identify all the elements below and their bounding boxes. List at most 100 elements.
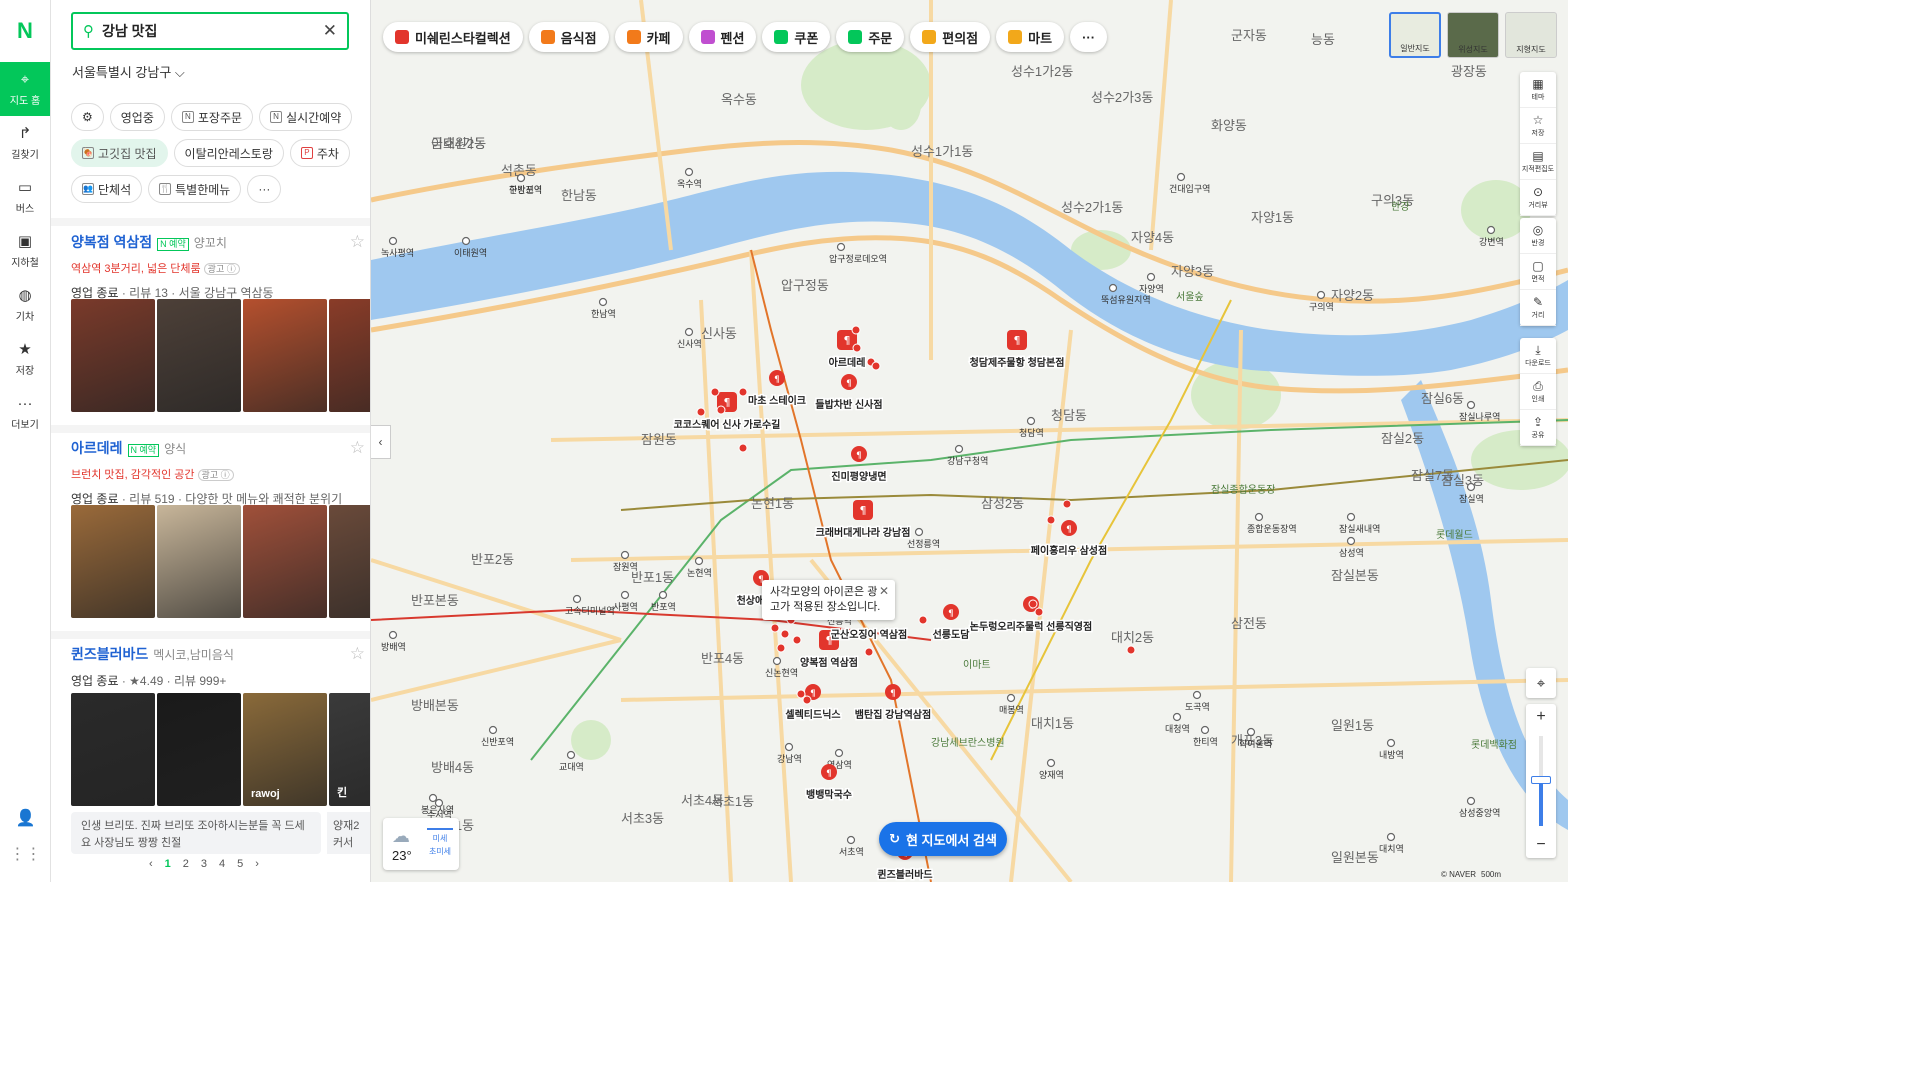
station-marker[interactable]: [836, 242, 846, 252]
map-tool-button[interactable]: ▦ 테마: [1520, 72, 1556, 108]
result-dot[interactable]: [851, 325, 861, 335]
place-label[interactable]: 뱀탄집 강남역삼점: [853, 707, 932, 723]
station-marker[interactable]: [488, 725, 498, 735]
result-dot[interactable]: [1028, 599, 1038, 609]
nav-subway[interactable]: ▣ 지하철: [0, 224, 50, 278]
zoom-in-button[interactable]: +: [1526, 704, 1556, 730]
result-photo[interactable]: [329, 505, 370, 618]
station-label[interactable]: 이태원역: [454, 248, 487, 258]
station-label[interactable]: 옥수역: [677, 179, 702, 189]
station-marker[interactable]: [620, 550, 630, 560]
category-chip[interactable]: 쿠폰: [762, 22, 831, 52]
result-photo[interactable]: [243, 299, 327, 412]
station-marker[interactable]: [658, 590, 668, 600]
station-label[interactable]: 잠실나루역: [1459, 412, 1500, 422]
place-label[interactable]: 크래버대게나라 강남점: [814, 525, 912, 541]
place-label[interactable]: 선릉도담: [931, 627, 972, 643]
category-chip[interactable]: 마트: [996, 22, 1065, 52]
result-dot[interactable]: [1046, 515, 1056, 525]
search-input[interactable]: ⚲ 강남 맛집 ✕: [71, 12, 349, 50]
review-snippet[interactable]: 인생 브리또. 진짜 브리또 조아하시는분들 꼭 드세요 사장님도 짱짱 친절: [71, 812, 321, 854]
result-dot[interactable]: [716, 405, 726, 415]
filter-chip[interactable]: 영업중: [109, 103, 165, 131]
result-name[interactable]: 퀸즈블러바드: [71, 644, 148, 664]
nav-directions[interactable]: ↱ 길찾기: [0, 116, 50, 170]
landmark-label[interactable]: 강남세브란스병원: [931, 737, 1005, 749]
station-marker[interactable]: [1386, 832, 1396, 842]
result-dot[interactable]: [918, 615, 928, 625]
nav-bus[interactable]: ▭ 버스: [0, 170, 50, 224]
result-photo[interactable]: [243, 505, 327, 618]
result-dot[interactable]: [796, 689, 806, 699]
current-location-button[interactable]: ⌖: [1526, 668, 1556, 698]
station-marker[interactable]: [1386, 738, 1396, 748]
station-label[interactable]: 방배역: [381, 642, 406, 652]
station-marker[interactable]: [1006, 693, 1016, 703]
station-label[interactable]: 대치역: [1379, 843, 1404, 854]
result-dot[interactable]: [696, 407, 706, 417]
station-label[interactable]: 삼성중앙역: [1459, 807, 1500, 818]
filter-chip[interactable]: N 포장주문: [170, 103, 254, 131]
map-canvas[interactable]: 이태원2동 한남동 신사동 압구정동 청담동 성수1가2동 성수2가3동 성수1가1동 성수2가…: [371, 0, 1568, 882]
station-marker[interactable]: [1486, 225, 1496, 235]
save-star-icon[interactable]: ☆: [350, 232, 365, 252]
station-label[interactable]: 내방역: [1379, 750, 1404, 760]
result-dot[interactable]: [792, 635, 802, 645]
station-label[interactable]: 한티역: [1193, 737, 1218, 747]
prev-page-button[interactable]: ‹: [149, 858, 153, 870]
station-label[interactable]: 반포역: [651, 602, 676, 612]
station-marker[interactable]: [1192, 690, 1202, 700]
naver-logo[interactable]: N: [0, 0, 50, 62]
category-chip[interactable]: 편의점: [910, 22, 991, 52]
station-label[interactable]: 잠실역: [1459, 494, 1484, 504]
panel-collapse-button[interactable]: ‹: [371, 425, 391, 459]
result-photo[interactable]: [71, 693, 155, 806]
place-label[interactable]: 군산오징어 역삼점: [829, 627, 908, 643]
map-mode-option[interactable]: 일반지도: [1389, 12, 1441, 58]
photo-strip[interactable]: rawoj 킨: [71, 693, 370, 806]
category-chip[interactable]: ···: [1070, 22, 1108, 52]
station-marker[interactable]: [1316, 290, 1326, 300]
station-marker[interactable]: [1172, 712, 1182, 722]
ad-badge[interactable]: 광고 ⓘ: [203, 263, 240, 275]
station-label[interactable]: 구반포역: [509, 185, 542, 195]
station-label[interactable]: 구의역: [1309, 302, 1334, 312]
station-label[interactable]: 양재역: [1039, 770, 1064, 780]
station-marker[interactable]: [388, 236, 398, 246]
landmark-label[interactable]: 잠실종합운동장: [1211, 484, 1275, 496]
page-number[interactable]: 2: [183, 858, 189, 870]
map-tool-button[interactable]: ⇪ 공유: [1520, 410, 1556, 446]
filter-chip[interactable]: 🍖 고깃집 맛집: [71, 139, 168, 167]
page-number[interactable]: 3: [201, 858, 207, 870]
search-this-area-button[interactable]: ↻ 현 지도에서 검색: [879, 822, 1007, 856]
station-marker[interactable]: [461, 236, 471, 246]
nav-star[interactable]: ★ 저장: [0, 332, 50, 386]
category-chip[interactable]: 음식점: [528, 22, 609, 52]
map-tool-button[interactable]: ⊙ 거리뷰: [1520, 180, 1556, 216]
result-dot[interactable]: [1062, 499, 1072, 509]
station-marker[interactable]: [914, 527, 924, 537]
result-photo[interactable]: [157, 505, 241, 618]
place-label[interactable]: 들밥차반 신사점: [814, 397, 884, 413]
station-marker[interactable]: [1046, 758, 1056, 768]
station-marker[interactable]: [1346, 536, 1356, 546]
landmark-label[interactable]: 롯데백화점: [1471, 739, 1517, 751]
station-marker[interactable]: [846, 835, 856, 845]
place-label[interactable]: 양복점 역삼점: [799, 655, 860, 671]
save-star-icon[interactable]: ☆: [350, 438, 365, 458]
station-label[interactable]: 잠실새내역: [1339, 524, 1380, 534]
station-marker[interactable]: [1254, 512, 1264, 522]
station-marker[interactable]: [1246, 727, 1256, 737]
station-label[interactable]: 신논현역: [765, 668, 798, 678]
place-label[interactable]: 아르데레: [827, 355, 867, 371]
station-marker[interactable]: [684, 327, 694, 337]
result-dot[interactable]: [871, 361, 881, 371]
place-label[interactable]: 청담제주물항 청담본점: [968, 355, 1066, 371]
filter-chip[interactable]: 🍴 특별한메뉴: [148, 175, 242, 203]
place-label[interactable]: 페이홍리우 삼성점: [1029, 543, 1108, 559]
station-label[interactable]: 교대역: [559, 762, 584, 772]
station-label[interactable]: 신반포역: [481, 737, 514, 747]
station-label[interactable]: 잠원역: [613, 562, 638, 572]
place-label[interactable]: 논두렁오리주물럭 선릉직영점: [968, 619, 1093, 635]
station-marker[interactable]: [684, 167, 694, 177]
